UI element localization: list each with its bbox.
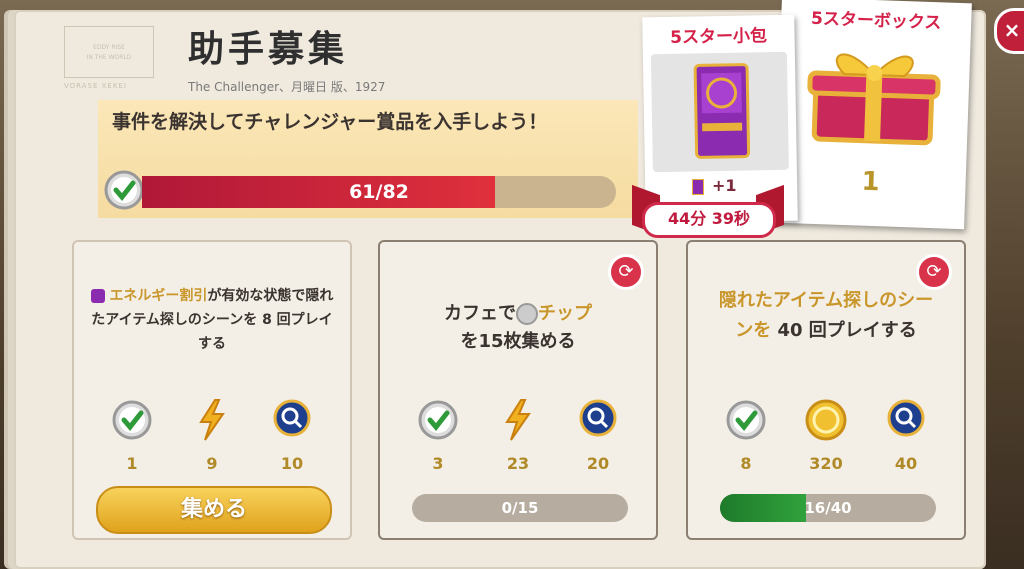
box-title: 5スターボックス [810, 8, 942, 34]
chip-icon [516, 303, 538, 325]
task-1-reward-values: 1 9 10 [92, 454, 332, 473]
refresh-button[interactable]: ⟳ [916, 254, 952, 290]
magnifier-medal-icon [270, 398, 314, 442]
stamp-text-2: IN THE WORLD [86, 53, 132, 61]
task-panel-3: ⟳ 隠れたアイテム探しのシーンを 40 回プレイする 8 320 40 16/4… [686, 240, 966, 540]
task-2-text-b: を15枚集める [460, 331, 576, 352]
check-badge-icon [416, 398, 460, 442]
magnifier-medal-icon [576, 398, 620, 442]
reward-card-box[interactable]: 5スターボックス 1 [774, 0, 972, 230]
reward-check-count: 8 [740, 454, 752, 473]
check-badge-icon [110, 398, 154, 442]
task-1-rewards [92, 398, 332, 442]
card-pack-icon [650, 51, 789, 173]
reward-check-count: 1 [126, 454, 138, 473]
task-2-reward-values: 3 23 20 [398, 454, 638, 473]
check-badge-icon [724, 398, 768, 442]
reward-energy-count: 9 [206, 454, 218, 473]
pack-timer: 44分 39秒 [642, 202, 776, 238]
task-1-text: エネルギー割引が有効な状態で隠れたアイテム探しのシーンを 8 回プレイする [88, 284, 336, 356]
refresh-button[interactable]: ⟳ [608, 254, 644, 290]
pack-title: 5スター小包 [669, 26, 768, 48]
lightning-icon [190, 398, 234, 442]
page-title: 助手募集 [188, 29, 349, 70]
page-subtitle: The Challenger、月曜日 版、1927 [188, 80, 386, 94]
task-3-progress-label: 16/40 [804, 499, 852, 517]
task-1-highlight: エネルギー割引 [109, 288, 208, 304]
task-3-reward-values: 8 320 40 [706, 454, 946, 473]
stamp-text: EDDY RISE [93, 43, 125, 51]
reward-medal-count: 40 [894, 454, 918, 473]
task-2-highlight: チップ [538, 303, 592, 324]
close-button[interactable]: × [994, 8, 1024, 54]
gift-box-icon [792, 34, 956, 160]
stamp-footer: VORASE XEKEI [64, 82, 127, 90]
gold-coin-icon [804, 398, 848, 442]
objective-text: 事件を解決してチャレンジャー賞品を入手しよう！ [112, 111, 548, 133]
task-3-rewards [706, 398, 946, 442]
reward-medal-count: 10 [280, 454, 304, 473]
task-2-progress-label: 0/15 [501, 499, 539, 517]
box-quantity: 1 [861, 166, 881, 198]
reward-check-count: 3 [432, 454, 444, 473]
energy-discount-icon [90, 289, 105, 303]
collect-button[interactable]: 集める [96, 486, 332, 534]
reward-energy-count: 23 [506, 454, 530, 473]
task-2-text-a: カフェで [444, 303, 516, 324]
pack-bonus: +1 [692, 176, 737, 195]
check-badge-icon [104, 170, 144, 214]
task-panel-1: エネルギー割引が有効な状態で隠れたアイテム探しのシーンを 8 回プレイする 1 … [72, 240, 352, 540]
lightning-icon [496, 398, 540, 442]
task-2-rewards [398, 398, 638, 442]
objective-progress-label: 61/82 [349, 181, 409, 203]
task-2-text: カフェで チップを15枚集める [394, 300, 642, 356]
reward-medal-count: 20 [586, 454, 610, 473]
task-panel-2: ⟳ カフェで チップを15枚集める 3 23 20 0/15 [378, 240, 658, 540]
magnifier-medal-icon [884, 398, 928, 442]
mini-pack-icon [692, 178, 704, 195]
pack-bonus-label: +1 [712, 176, 737, 195]
task-3-rest: 40 回プレイする [771, 320, 917, 341]
newspaper-stamp: EDDY RISE IN THE WORLD [64, 26, 154, 78]
reward-coin-count: 320 [809, 454, 843, 473]
task-3-text: 隠れたアイテム探しのシーンを 40 回プレイする [716, 286, 936, 346]
